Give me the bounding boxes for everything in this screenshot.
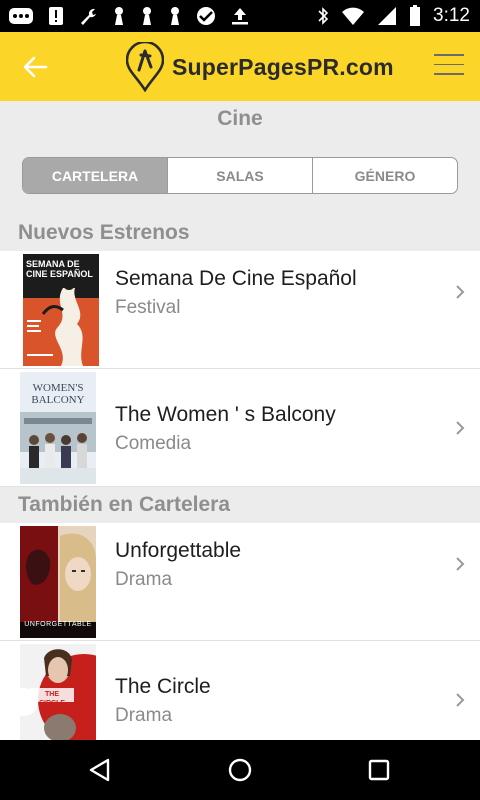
tab-genero[interactable]: GÉNERO: [312, 158, 457, 193]
page-title: Cine: [217, 107, 263, 130]
movie-genre: Drama: [115, 569, 173, 590]
poster-text: WOMEN'S BALCONY: [31, 382, 85, 406]
segmented-tabs: CARTELERA SALAS GÉNERO: [22, 157, 458, 194]
app-header: SuperPagesPR.com: [0, 32, 480, 101]
tab-cartelera[interactable]: CARTELERA: [23, 158, 167, 193]
android-nav-bar: [0, 740, 480, 800]
poster-text: SEMANA DE CINE ESPAÑOL: [26, 259, 93, 279]
walking-fingers-logo-icon: [126, 42, 164, 92]
movie-poster: WOMEN'S BALCONY: [20, 372, 96, 484]
download-icon: [232, 8, 248, 25]
chess-pawn-icon: [171, 7, 179, 25]
chess-pawn-icon: [143, 7, 151, 25]
alert-icon: [49, 7, 63, 25]
status-bar: 3:12: [0, 0, 480, 32]
list-item[interactable]: WOMEN'S BALCONY The Women ' s Balcony Co…: [0, 369, 480, 487]
recents-square-icon[interactable]: [363, 754, 395, 786]
clock: 3:12: [433, 5, 470, 26]
notification-icons: [8, 5, 250, 27]
movie-poster: THE CIRCLE: [20, 644, 96, 740]
chess-pawn-icon: [115, 7, 123, 25]
movie-title: The Circle: [115, 675, 211, 698]
hamburger-menu-icon[interactable]: [434, 54, 464, 78]
wifi-icon: [342, 7, 365, 25]
messaging-icon: [9, 8, 33, 24]
movie-title: Semana De Cine Español: [115, 267, 357, 290]
poster-text: UNFORGETTABLE: [24, 621, 92, 628]
logo-text: SuperPagesPR.com: [172, 53, 394, 80]
movie-title: Unforgettable: [115, 539, 242, 562]
list-item[interactable]: UNFORGETTABLE Unforgettable Drama: [0, 523, 480, 641]
chevron-right-icon: [456, 557, 465, 571]
system-icons: 3:12: [317, 0, 470, 32]
bluetooth-icon: [318, 7, 329, 25]
movie-genre: Festival: [115, 297, 181, 318]
section-header-nuevos-estrenos: Nuevos Estrenos: [18, 221, 190, 244]
heart-monitor-icon: [197, 7, 215, 25]
superpages-logo: SuperPagesPR.com: [126, 42, 394, 92]
back-arrow-icon[interactable]: [20, 52, 50, 82]
movie-genre: Drama: [115, 705, 173, 726]
back-triangle-icon[interactable]: [84, 754, 116, 786]
section-header-tambien-en-cartelera: También en Cartelera: [18, 493, 231, 516]
list-item[interactable]: THE CIRCLE The Circle Drama: [0, 641, 480, 740]
movie-poster: SEMANA DE CINE ESPAÑOL: [23, 254, 99, 366]
list-item[interactable]: SEMANA DE CINE ESPAÑOL Semana De Cine Es…: [0, 251, 480, 369]
poster-text: THE CIRCLE: [38, 691, 66, 707]
chevron-right-icon: [456, 421, 465, 435]
home-circle-icon[interactable]: [224, 754, 256, 786]
battery-icon: [410, 5, 421, 26]
tab-salas[interactable]: SALAS: [167, 158, 312, 193]
movie-title: The Women ' s Balcony: [115, 403, 336, 426]
wrench-icon: [81, 8, 96, 25]
chevron-right-icon: [456, 693, 465, 707]
signal-icon: [378, 7, 397, 25]
chevron-right-icon: [456, 285, 465, 299]
movie-genre: Comedia: [115, 433, 192, 454]
movie-poster: UNFORGETTABLE: [20, 526, 96, 638]
